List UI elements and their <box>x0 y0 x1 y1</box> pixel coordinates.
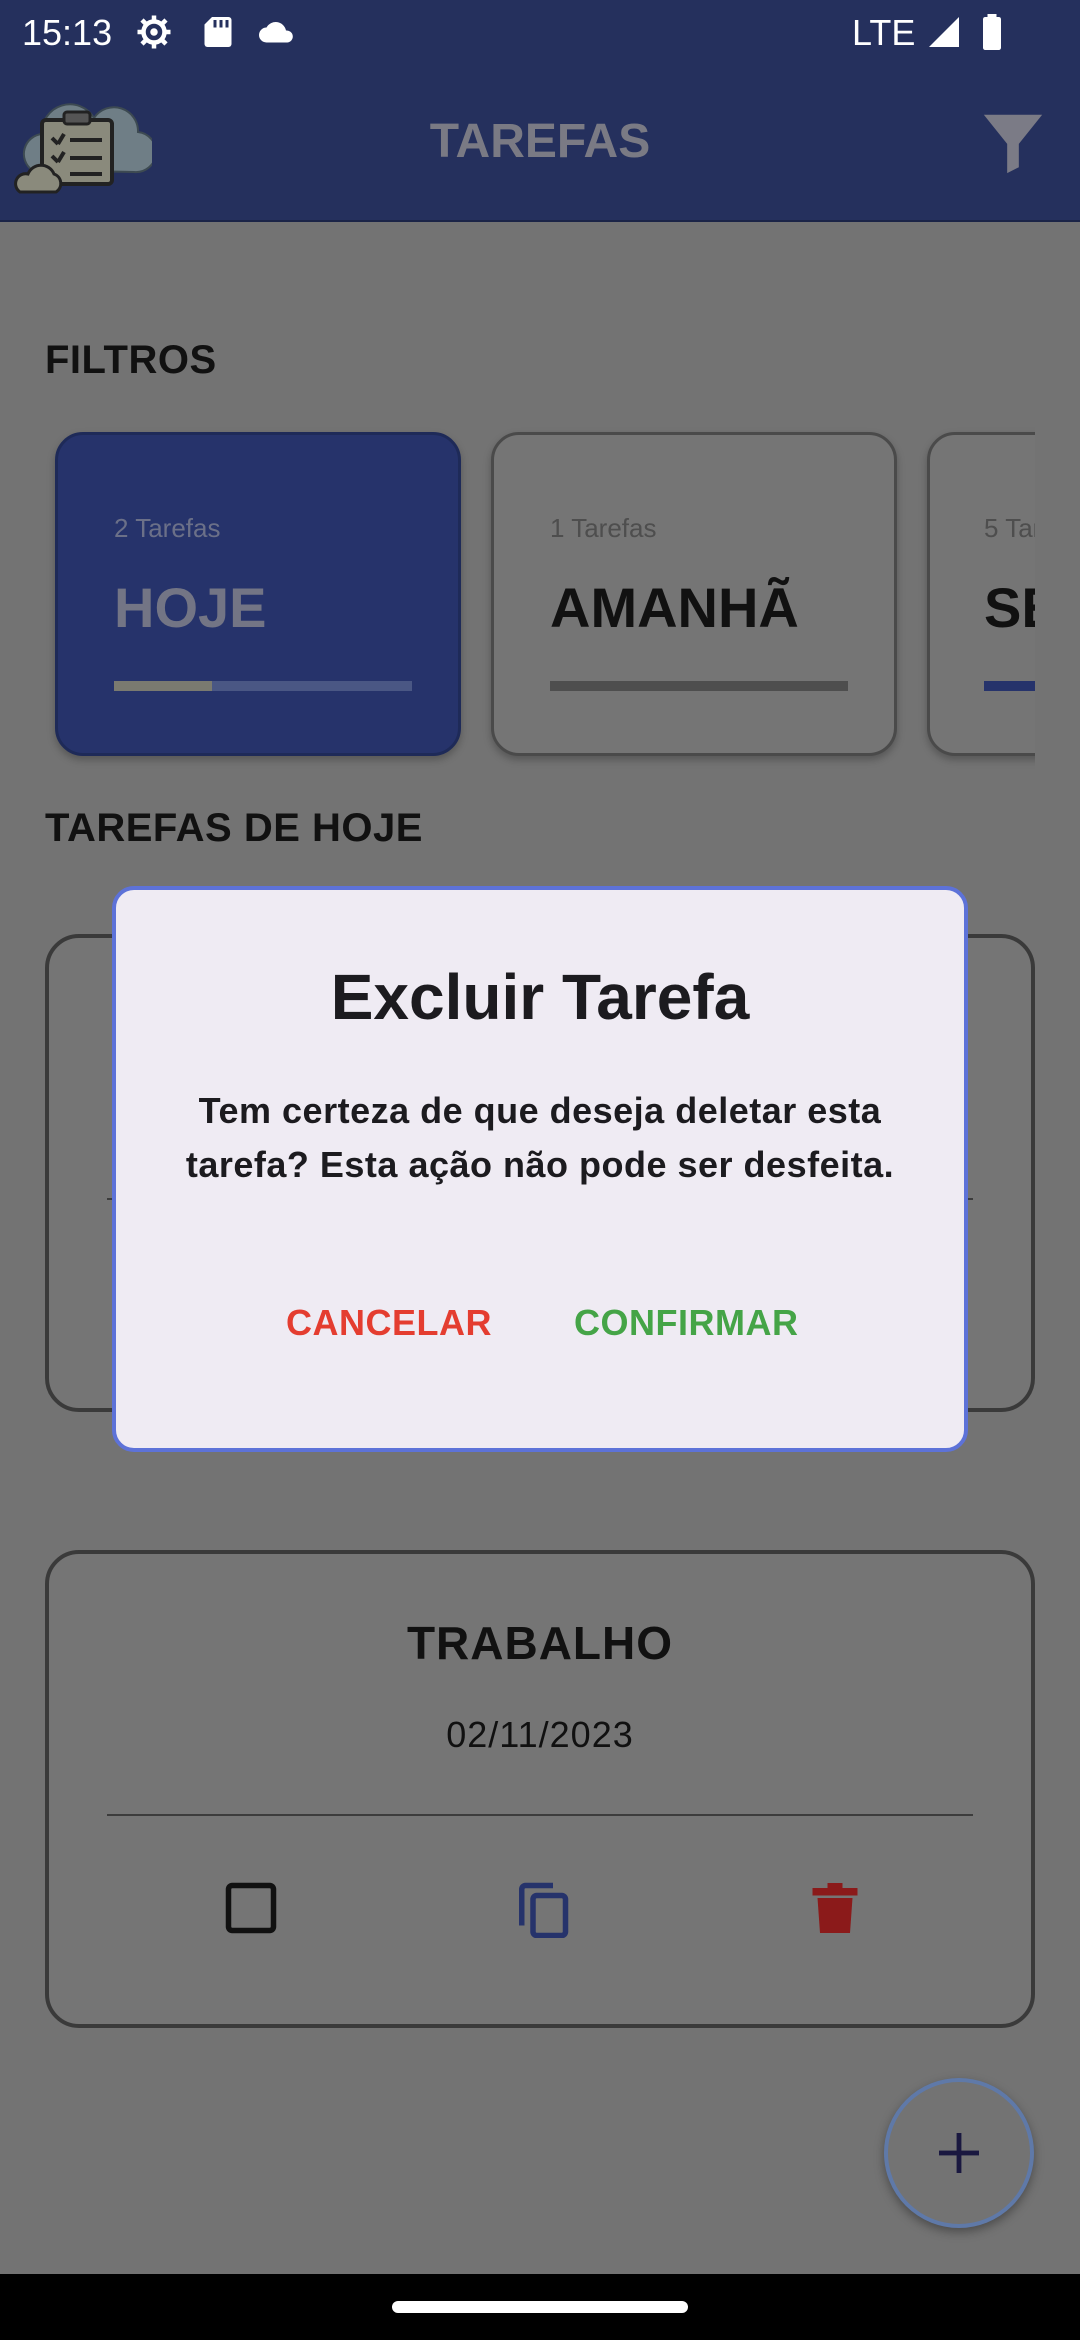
filter-carousel[interactable]: 2 Tarefas HOJE 1 Tarefas AMANHÃ 5 Tarefa… <box>45 420 1035 770</box>
status-bar: 15:13 LTE <box>0 0 1080 66</box>
filter-card-week[interactable]: 5 Tarefas SEMANA <box>927 432 1035 756</box>
filter-name: HOJE <box>114 576 267 639</box>
signal-icon <box>929 17 959 47</box>
filter-count: 2 Tarefas <box>114 513 221 543</box>
battery-icon <box>983 14 1001 50</box>
confirm-button[interactable]: CONFIRMAR <box>574 1302 798 1344</box>
checkbox-icon[interactable] <box>221 1878 281 1938</box>
dialog-message: Tem certeza de que deseja deletar esta t… <box>185 1090 895 1185</box>
filter-progress-bar <box>550 681 848 691</box>
plus-icon <box>939 2133 979 2173</box>
filter-name: AMANHÃ <box>550 576 799 639</box>
funnel-icon[interactable] <box>978 106 1048 176</box>
sd-card-icon <box>204 17 232 47</box>
cancel-button[interactable]: CANCELAR <box>286 1302 492 1344</box>
task-date: 02/11/2023 <box>446 1714 634 1755</box>
app-title: TAREFAS <box>429 115 651 168</box>
system-nav-bar <box>0 2274 1080 2340</box>
task-divider <box>107 1814 973 1816</box>
clipboard-cloud-logo <box>14 103 152 194</box>
filter-progress-bar <box>114 681 412 691</box>
delete-task-dialog: Excluir Tarefa Tem certeza de que deseja… <box>112 886 968 1452</box>
task-name: TRABALHO <box>406 1617 674 1669</box>
app-bar: TAREFAS <box>0 66 1080 222</box>
network-type: LTE <box>852 12 916 53</box>
filter-count: 5 Tarefas <box>984 513 1035 543</box>
filter-card-today[interactable]: 2 Tarefas HOJE <box>55 432 461 756</box>
settings-gear-icon <box>137 15 171 49</box>
today-tasks-heading: TAREFAS DE HOJE <box>45 806 423 850</box>
filter-name: SEMANA <box>984 576 1035 639</box>
cloud-icon <box>259 22 293 43</box>
filters-heading: FILTROS <box>45 338 217 382</box>
task-card: TRABALHO 02/11/2023 <box>45 1550 1035 2028</box>
filter-progress-bar <box>984 681 1035 691</box>
add-task-button[interactable] <box>884 2078 1034 2228</box>
filter-count: 1 Tarefas <box>550 513 657 543</box>
filter-card-tomorrow[interactable]: 1 Tarefas AMANHÃ <box>491 432 897 756</box>
status-time: 15:13 <box>22 12 113 53</box>
home-gesture-handle[interactable] <box>392 2301 688 2313</box>
trash-icon[interactable] <box>805 1878 865 1938</box>
copy-icon[interactable] <box>513 1878 573 1938</box>
dialog-title: Excluir Tarefa <box>330 961 750 1033</box>
